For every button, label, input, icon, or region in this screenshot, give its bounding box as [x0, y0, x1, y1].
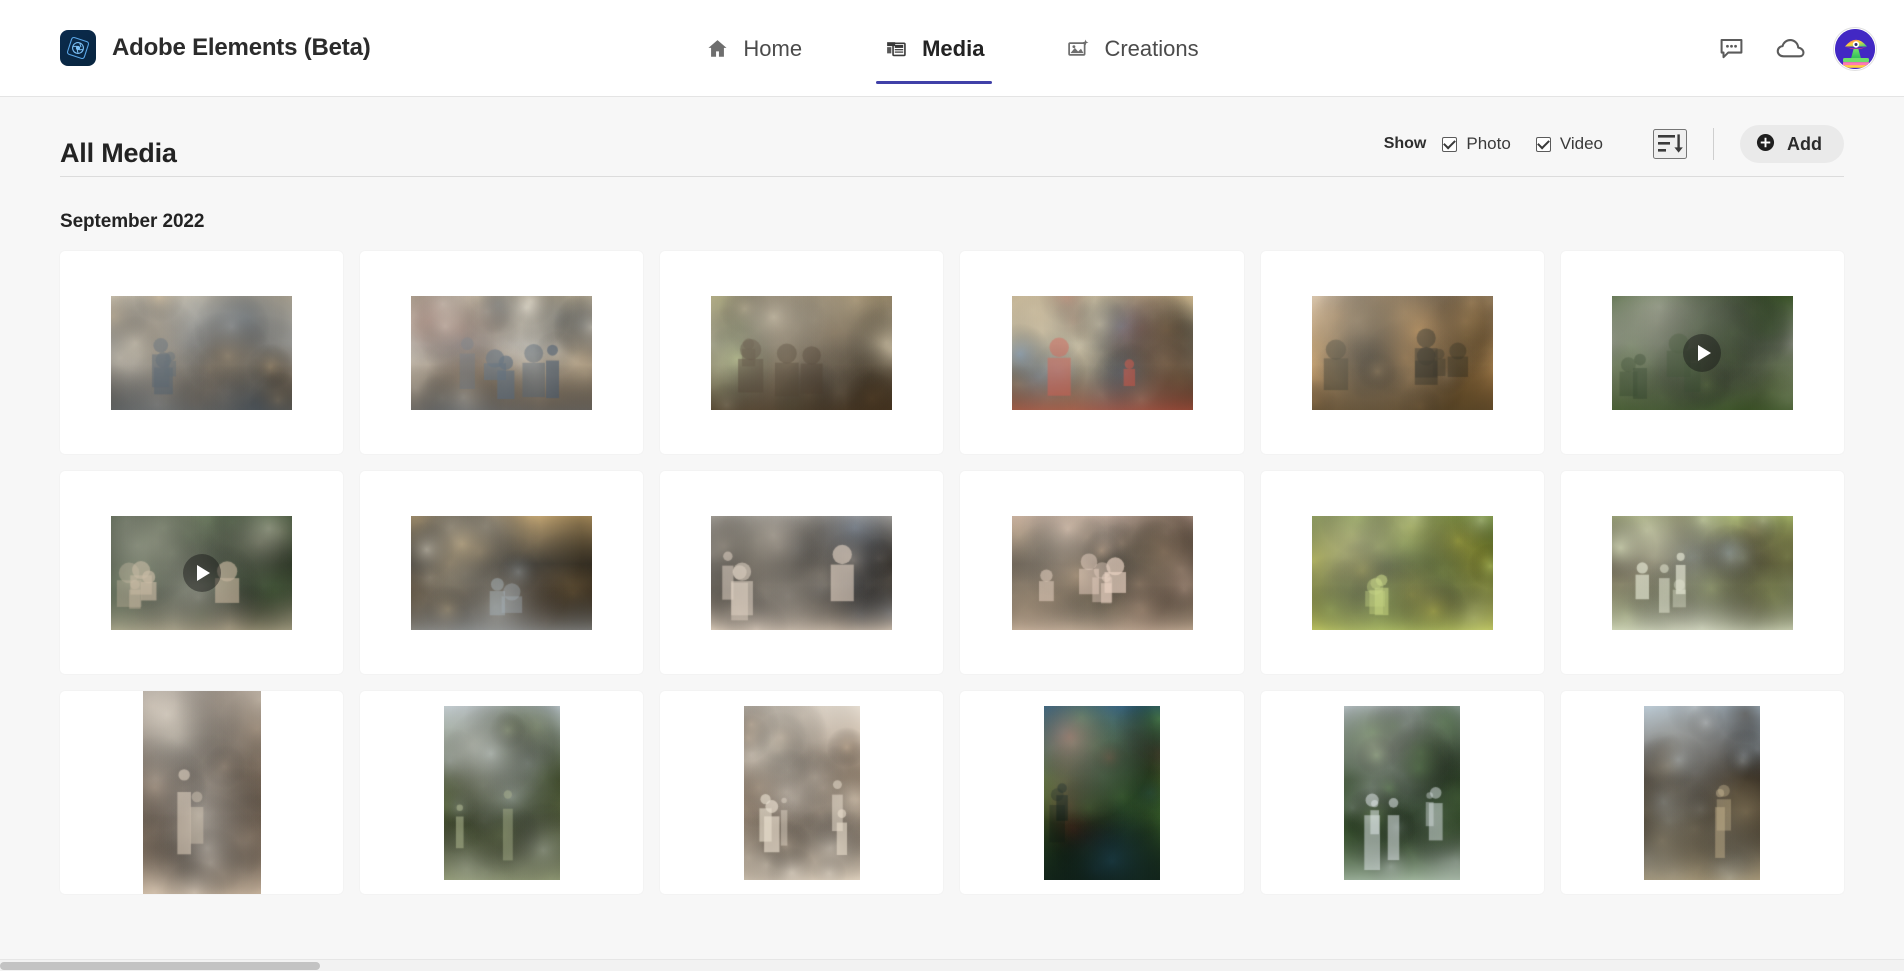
media-card[interactable]: [960, 471, 1244, 674]
media-thumbnail: [411, 295, 593, 410]
nav-tab-home-label: Home: [743, 35, 803, 61]
media-card[interactable]: [1260, 691, 1544, 894]
app-title: Adobe Elements (Beta): [112, 34, 371, 61]
media-card[interactable]: [1260, 251, 1544, 454]
plus-circle-icon: [1756, 133, 1775, 155]
filter-photo-label: Photo: [1466, 134, 1511, 153]
thumbnail-image: [1344, 705, 1461, 880]
thumbnail-image: [1011, 295, 1193, 410]
nav-tab-media-label: Media: [922, 35, 985, 61]
media-card[interactable]: [360, 471, 644, 674]
photo-checkbox[interactable]: [1442, 136, 1458, 152]
filter-video-label: Video: [1559, 134, 1603, 153]
media-card[interactable]: [1260, 471, 1544, 674]
thumbnail-image: [1311, 295, 1493, 410]
top-bar-actions: [1714, 0, 1876, 97]
video-checkbox[interactable]: [1535, 136, 1551, 152]
nav-tab-creations-underline: [1058, 81, 1206, 84]
filter-photo[interactable]: Photo: [1442, 134, 1511, 154]
media-thumbnail: [443, 705, 560, 880]
media-thumbnail: [142, 691, 261, 894]
brand: Adobe Elements (Beta): [60, 30, 371, 66]
media-card[interactable]: [1560, 691, 1844, 894]
media-thumbnail: [111, 515, 293, 630]
thumbnail-image: [1011, 515, 1193, 630]
page-title: All Media: [60, 138, 177, 168]
media-thumbnail: [111, 295, 293, 410]
media-card[interactable]: [660, 471, 944, 674]
horizontal-scrollbar[interactable]: [0, 959, 1904, 971]
nav-tab-media-underline: [876, 81, 993, 84]
media-thumbnail: [711, 295, 893, 410]
add-button[interactable]: Add: [1740, 125, 1844, 163]
thumbnail-image: [1611, 515, 1793, 630]
nav-tab-creations-label: Creations: [1104, 35, 1199, 61]
media-card[interactable]: [360, 251, 644, 454]
media-thumbnail: [743, 705, 860, 880]
thumbnail-image: [1644, 705, 1761, 880]
avatar[interactable]: [1834, 27, 1876, 70]
play-icon[interactable]: [1683, 333, 1722, 372]
section-title-september-2022: September 2022: [60, 211, 205, 232]
toolbar-divider: [1713, 128, 1714, 160]
nav-tab-home[interactable]: Home: [701, 0, 806, 97]
play-icon[interactable]: [182, 553, 221, 592]
thumbnail-image: [111, 295, 293, 410]
media-thumbnail: [1311, 515, 1493, 630]
page-header: All Media Show Photo Video Add: [60, 97, 1844, 177]
thumbnail-image: [443, 705, 560, 880]
media-thumbnail: [1611, 295, 1793, 410]
aperture-icon: [60, 30, 96, 66]
media-thumbnail: [1344, 705, 1461, 880]
media-thumbnail: [1044, 705, 1161, 880]
media-card[interactable]: [360, 691, 644, 894]
media-thumbnail: [411, 515, 593, 630]
home-icon: [705, 37, 729, 61]
thumbnail-image: [711, 515, 893, 630]
thumbnail-image: [411, 295, 593, 410]
show-label: Show: [1383, 135, 1427, 152]
top-bar: Adobe Elements (Beta) Home Media Creatio…: [0, 0, 1904, 97]
header-toolbar: Show Photo Video Add: [1384, 125, 1844, 167]
thumbnail-image: [711, 295, 893, 410]
media-card[interactable]: [1560, 471, 1844, 674]
media-icon: [884, 37, 908, 61]
add-button-label: Add: [1787, 133, 1822, 154]
media-card[interactable]: [660, 691, 944, 894]
media-thumbnail: [1011, 295, 1193, 410]
media-grid: [60, 251, 1844, 894]
media-card[interactable]: [660, 251, 944, 454]
media-card[interactable]: [1560, 251, 1844, 454]
media-content: All Media Show Photo Video Add September…: [0, 97, 1904, 971]
media-card[interactable]: [60, 251, 344, 454]
media-thumbnail: [1611, 515, 1793, 630]
media-thumbnail: [1644, 705, 1761, 880]
thumbnail-image: [1311, 515, 1493, 630]
sort-descending-icon[interactable]: [1653, 129, 1687, 159]
creations-icon: [1066, 37, 1090, 61]
thumbnail-image: [142, 691, 261, 894]
scrollbar-thumb[interactable]: [0, 962, 320, 970]
media-thumbnail: [711, 515, 893, 630]
thumbnail-image: [1044, 705, 1161, 880]
media-thumbnail: [1311, 295, 1493, 410]
nav-tab-media[interactable]: Media: [876, 0, 993, 97]
thumbnail-image: [743, 705, 860, 880]
media-card[interactable]: [60, 471, 344, 674]
nav-tab-creations[interactable]: Creations: [1062, 0, 1202, 97]
cloud-icon[interactable]: [1774, 32, 1808, 66]
media-card[interactable]: [60, 691, 344, 894]
media-thumbnail: [1011, 515, 1193, 630]
media-card[interactable]: [960, 251, 1244, 454]
nav-tab-home-underline: [697, 81, 810, 84]
chat-bubble-icon[interactable]: [1714, 32, 1748, 66]
thumbnail-image: [411, 515, 593, 630]
media-card[interactable]: [960, 691, 1244, 894]
filter-video[interactable]: Video: [1535, 134, 1603, 154]
